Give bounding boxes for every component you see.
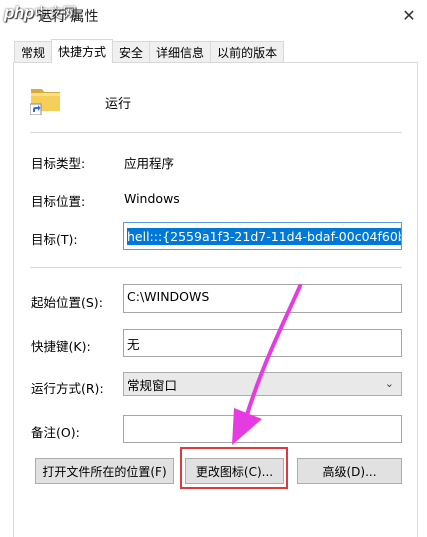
start-in-input-text: C:\WINDOWS (127, 289, 210, 304)
advanced-button[interactable]: 高级(D)... (297, 458, 402, 484)
run-select-value: 常规窗口 (127, 377, 178, 393)
folder-shortcut-icon (30, 89, 60, 115)
target-input[interactable]: hell:::{2559a1f3-21d7-11d4-bdaf-00c04f60… (123, 222, 402, 250)
start-in-input[interactable]: C:\WINDOWS (123, 284, 402, 313)
window-title: 运行 属性 (38, 9, 99, 25)
logo-php-text: php (4, 3, 34, 22)
shortcut-key-input[interactable]: 无 (123, 329, 402, 357)
tab-strip: 常规 快捷方式 安全 详细信息 以前的版本 (14, 39, 285, 63)
close-icon: ✕ (402, 5, 416, 25)
title-bar: php 中文网 运行 属性 ✕ (0, 0, 427, 32)
tab-previous-versions[interactable]: 以前的版本 (210, 41, 285, 63)
target-type-label: 目标类型: (31, 156, 86, 171)
run-label: 运行方式(R): (31, 381, 104, 396)
change-icon-button[interactable]: 更改图标(C)... (185, 458, 284, 484)
comment-label: 备注(O): (31, 425, 80, 440)
close-button[interactable]: ✕ (391, 0, 427, 30)
run-select[interactable]: 常规窗口 ⌄ (123, 372, 402, 396)
target-type-value: 应用程序 (124, 156, 175, 171)
tab-details[interactable]: 详细信息 (149, 41, 212, 63)
shortcut-key-input-text: 无 (127, 336, 140, 352)
tab-general[interactable]: 常规 (14, 41, 53, 63)
start-in-label: 起始位置(S): (31, 295, 103, 310)
chevron-down-icon: ⌄ (384, 377, 394, 390)
tab-shortcut[interactable]: 快捷方式 (51, 39, 114, 63)
target-input-text: hell:::{2559a1f3-21d7-11d4-bdaf-00c04f60… (127, 227, 401, 245)
separator-middle (30, 267, 402, 268)
target-label: 目标(T): (31, 232, 78, 247)
shortcut-key-label: 快捷键(K): (31, 339, 91, 354)
open-file-location-button[interactable]: 打开文件所在的位置(F) (35, 458, 174, 484)
separator-top (30, 132, 402, 133)
target-location-label: 目标位置: (31, 194, 86, 209)
app-name: 运行 (105, 97, 132, 112)
tab-security[interactable]: 安全 (112, 41, 151, 63)
target-location-value: Windows (124, 191, 180, 206)
comment-input[interactable] (123, 415, 402, 443)
